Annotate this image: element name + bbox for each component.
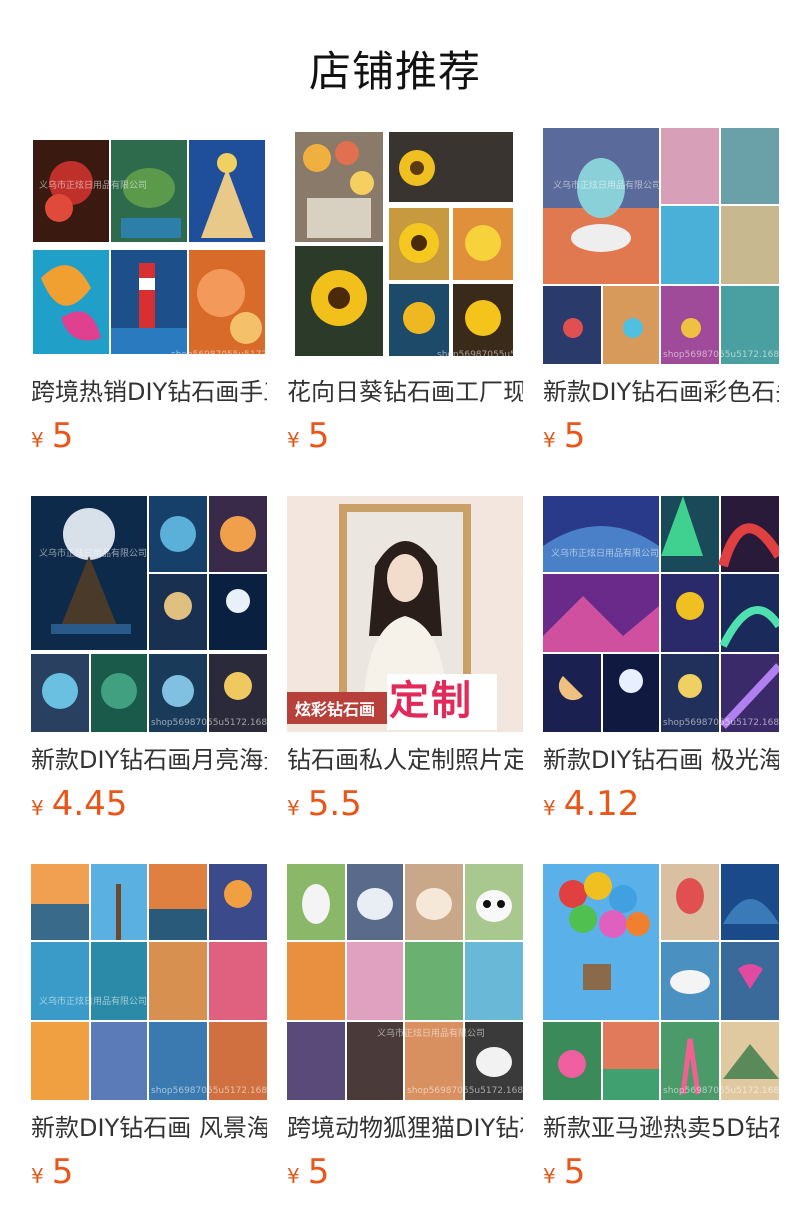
product-card[interactable]: 义乌市正炫日用品有限公司 shop56987055u5172.1688.com …	[543, 128, 779, 456]
product-price: ¥5.5	[287, 784, 362, 824]
product-name[interactable]: 新款DIY钻石画月亮海景	[31, 744, 267, 776]
watermark-text: 义乌市正炫日用品有限公司	[553, 181, 662, 191]
product-name[interactable]: 新款DIY钻石画 风景海滩	[31, 1112, 267, 1144]
product-card[interactable]: 义乌市正炫日用品有限公司 shop56987055u5172.1688.com …	[287, 864, 523, 1192]
product-card[interactable]: 义乌市正炫日用品有限公司 shop56987055u5172.1688.com …	[543, 496, 779, 824]
watermark-text: 义乌市正炫日用品有限公司	[39, 549, 148, 559]
product-image[interactable]: 义乌市正炫日用品有限公司 shop56987055u5172.1688.com	[31, 128, 267, 364]
product-card[interactable]: 义乌市正炫日用品有限公司 shop56987055u5172.1688.com …	[31, 864, 267, 1192]
product-image[interactable]: shop56987055u5172.1688.com	[543, 864, 779, 1100]
product-name[interactable]: 钻石画私人定制照片定制	[287, 744, 523, 776]
product-name[interactable]: 跨境热销DIY钻石画手工	[31, 376, 267, 408]
product-image[interactable]: 义乌市正炫日用品有限公司 shop56987055u5172.1688.com	[543, 128, 779, 364]
product-price: ¥5	[287, 1152, 330, 1192]
product-card[interactable]: 义乌市正炫日用品有限公司 shop56987055u5172.1688.com …	[31, 128, 267, 456]
watermark-text: 义乌市正炫日用品有限公司	[377, 1029, 486, 1039]
product-card[interactable]: shop56987055u5172.1688.com 花向日葵钻石画工厂现货 ¥…	[287, 128, 523, 456]
product-name[interactable]: 新款DIY钻石画彩色石头	[543, 376, 779, 408]
product-image[interactable]: 义乌市正炫日用品有限公司 shop56987055u5172.1688.com	[31, 864, 267, 1100]
product-name[interactable]: 新款亚马逊热卖5D钻石画	[543, 1112, 779, 1144]
product-price: ¥4.12	[543, 784, 640, 824]
watermark-url: shop56987055u5172.1688.com	[663, 718, 779, 728]
product-card[interactable]: 义乌市正炫日用品有限公司 shop56987055u5172.1688.com …	[31, 496, 267, 824]
section-title: 店铺推荐	[308, 47, 481, 96]
watermark-url: shop56987055u5172.1688.com	[663, 1086, 779, 1096]
badge-left-text: 炫彩钻石画	[295, 700, 376, 719]
product-card[interactable]: shop56987055u5172.1688.com 新款亚马逊热卖5D钻石画 …	[543, 864, 779, 1192]
product-name[interactable]: 新款DIY钻石画 极光海景	[543, 744, 779, 776]
product-image[interactable]: 炫彩钻石画 定制	[287, 496, 523, 732]
watermark-text: 义乌市正炫日用品有限公司	[551, 549, 660, 559]
product-price: ¥5	[31, 1152, 74, 1192]
product-price: ¥5	[543, 1152, 586, 1192]
watermark-url: shop56987055u5172.1688.com	[171, 350, 267, 360]
watermark-url: shop56987055u5172.1688.com	[151, 1086, 267, 1096]
watermark-text: 义乌市正炫日用品有限公司	[39, 997, 148, 1007]
product-price: ¥4.45	[31, 784, 128, 824]
product-price: ¥5	[31, 416, 74, 456]
product-name[interactable]: 花向日葵钻石画工厂现货	[287, 376, 523, 408]
product-name[interactable]: 跨境动物狐狸猫DIY钻石画	[287, 1112, 523, 1144]
watermark-text: 义乌市正炫日用品有限公司	[39, 181, 148, 191]
badge-right-text: 定制	[389, 677, 473, 724]
product-price: ¥5	[543, 416, 586, 456]
watermark-url: shop56987055u5172.1688.com	[663, 350, 779, 360]
product-card[interactable]: 炫彩钻石画 定制 钻石画私人定制照片定制 ¥5.5	[287, 496, 523, 824]
watermark-url: shop56987055u5172.1688.com	[151, 718, 267, 728]
product-image[interactable]: 义乌市正炫日用品有限公司 shop56987055u5172.1688.com	[287, 864, 523, 1100]
product-image[interactable]: shop56987055u5172.1688.com	[287, 128, 523, 364]
watermark-url: shop56987055u5172.1688.com	[407, 1086, 523, 1096]
product-price: ¥5	[287, 416, 330, 456]
product-image[interactable]: 义乌市正炫日用品有限公司 shop56987055u5172.1688.com	[31, 496, 267, 732]
product-image[interactable]: 义乌市正炫日用品有限公司 shop56987055u5172.1688.com	[543, 496, 779, 732]
watermark-url: shop56987055u5172.1688.com	[437, 350, 523, 360]
